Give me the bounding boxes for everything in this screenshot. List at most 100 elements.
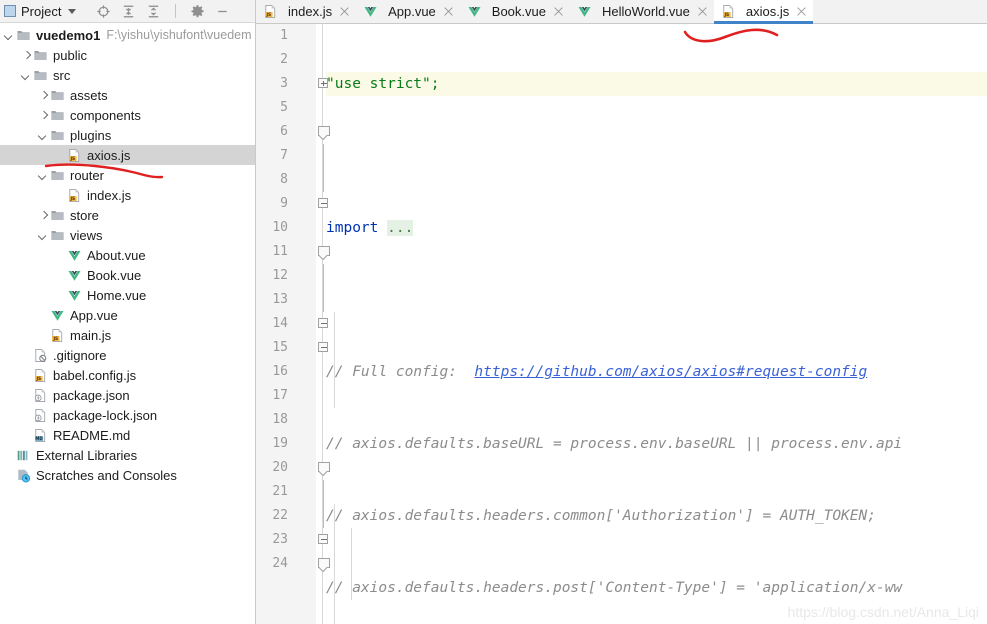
code-line-9[interactable]: // axios.defaults.headers.post['Content-…	[326, 576, 987, 600]
tree-item-plugins[interactable]: plugins	[0, 125, 255, 145]
chevron-right-icon[interactable]	[38, 90, 49, 101]
chevron-down-icon[interactable]	[4, 30, 15, 41]
line-number-1[interactable]: 1	[280, 24, 288, 48]
editor-tab-axios-js[interactable]: JS axios.js	[713, 0, 814, 24]
close-icon[interactable]	[553, 6, 564, 17]
line-number-15[interactable]: 15	[272, 336, 288, 360]
line-number-16[interactable]: 16	[272, 360, 288, 384]
locate-icon[interactable]	[96, 4, 111, 19]
chevron-down-icon[interactable]	[21, 70, 32, 81]
code-line-6[interactable]: // Full config: https://github.com/axios…	[326, 360, 987, 384]
project-tool-title[interactable]: Project	[4, 4, 82, 19]
minimize-icon[interactable]	[215, 4, 230, 19]
fold-cap-box[interactable]	[318, 342, 328, 352]
code-content[interactable]: "use strict"; import ... // Full config:…	[326, 24, 987, 624]
line-number-5[interactable]: 5	[280, 96, 288, 120]
fold-end-icon[interactable]	[318, 528, 329, 552]
line-number-6[interactable]: 6	[280, 120, 288, 144]
code-line-1[interactable]: "use strict";	[326, 72, 987, 96]
line-number-gutter[interactable]: 1 2 3 5 6 7 8 9 10 11 12 13 14 15 16 17 18 19 20 21 22 23 24	[256, 24, 316, 624]
tree-item-book-vue[interactable]: Book.vue	[0, 265, 255, 285]
line-number-12[interactable]: 12	[272, 264, 288, 288]
chevron-down-icon[interactable]	[68, 8, 77, 14]
chevron-right-icon[interactable]	[38, 210, 49, 221]
editor-tab-app-vue[interactable]: App.vue	[356, 0, 460, 23]
code-line-8[interactable]: // axios.defaults.headers.common['Author…	[326, 504, 987, 528]
tree-item-package-json[interactable]: package.json	[0, 385, 255, 405]
tree-item-babel-config-js[interactable]: JS babel.config.js	[0, 365, 255, 385]
tree-item-package-lock-json[interactable]: package-lock.json	[0, 405, 255, 425]
line-number-8[interactable]: 8	[280, 168, 288, 192]
fold-plus-box[interactable]	[318, 78, 328, 88]
code-editor[interactable]: 1 2 3 5 6 7 8 9 10 11 12 13 14 15 16 17 18 19 20 21 22 23 24 "…	[256, 24, 987, 624]
line-number-23[interactable]: 23	[272, 528, 288, 552]
close-icon[interactable]	[796, 6, 807, 17]
tree-item-about-vue[interactable]: About.vue	[0, 245, 255, 265]
fold-arrow-box[interactable]	[318, 558, 330, 571]
line-number-10[interactable]: 10	[272, 216, 288, 240]
chevron-down-icon[interactable]	[38, 130, 49, 141]
tree-item-external-libraries[interactable]: External Libraries	[0, 445, 255, 465]
line-number-19[interactable]: 19	[272, 432, 288, 456]
editor-tab-book-vue[interactable]: Book.vue	[459, 0, 570, 23]
tree-item-store[interactable]: store	[0, 205, 255, 225]
editor-tab-index-js[interactable]: JS index.js	[256, 0, 357, 23]
line-number-3[interactable]: 3	[280, 72, 288, 96]
fold-arrow-box[interactable]	[318, 126, 330, 139]
tree-item-components[interactable]: components	[0, 105, 255, 125]
editor-tab-bar[interactable]: JS index.js App.vue Book.vue HelloWorld.vue J…	[256, 0, 987, 24]
folded-import-placeholder[interactable]: ...	[387, 220, 414, 236]
tree-item-views[interactable]: views	[0, 225, 255, 245]
close-icon[interactable]	[443, 6, 454, 17]
tree-item-vuedemo1[interactable]: vuedemo1 F:\yishu\yishufont\vuedem	[0, 25, 255, 45]
line-number-14[interactable]: 14	[272, 312, 288, 336]
tree-item-src[interactable]: src	[0, 65, 255, 85]
fold-end-icon[interactable]	[318, 336, 329, 360]
editor-tab-helloworld-vue[interactable]: HelloWorld.vue	[569, 0, 714, 23]
collapse-all-icon[interactable]	[146, 4, 161, 19]
tree-item-axios-js[interactable]: JS axios.js	[0, 145, 255, 165]
tree-item-assets[interactable]: assets	[0, 85, 255, 105]
expand-all-icon[interactable]	[121, 4, 136, 19]
line-number-20[interactable]: 20	[272, 456, 288, 480]
fold-collapse-icon[interactable]	[318, 552, 330, 576]
fold-end-icon[interactable]	[318, 312, 329, 336]
code-line-3[interactable]: import ...	[326, 216, 987, 240]
line-number-11[interactable]: 11	[272, 240, 288, 264]
fold-cap-box[interactable]	[318, 198, 328, 208]
chevron-down-icon[interactable]	[38, 170, 49, 181]
tree-item-router[interactable]: router	[0, 165, 255, 185]
code-line-2[interactable]	[326, 144, 987, 168]
tree-item-public[interactable]: public	[0, 45, 255, 65]
tree-item-main-js[interactable]: JS main.js	[0, 325, 255, 345]
chevron-down-icon[interactable]	[38, 230, 49, 241]
fold-cap-box[interactable]	[318, 534, 328, 544]
fold-end-icon[interactable]	[318, 192, 329, 216]
fold-arrow-box[interactable]	[318, 246, 330, 259]
fold-arrow-box[interactable]	[318, 462, 330, 475]
project-file-tree[interactable]: vuedemo1 F:\yishu\yishufont\vuedem public s…	[0, 23, 255, 485]
fold-expand-icon[interactable]	[318, 72, 329, 96]
tree-item-app-vue[interactable]: App.vue	[0, 305, 255, 325]
chevron-right-icon[interactable]	[38, 110, 49, 121]
tree-item-scratches-and-consoles[interactable]: Scratches and Consoles	[0, 465, 255, 485]
code-line-7[interactable]: // axios.defaults.baseURL = process.env.…	[326, 432, 987, 456]
line-number-24[interactable]: 24	[272, 552, 288, 576]
line-number-2[interactable]: 2	[280, 48, 288, 72]
chevron-right-icon[interactable]	[21, 50, 32, 61]
fold-collapse-icon[interactable]	[318, 120, 330, 144]
tree-item-readme-md[interactable]: MD README.md	[0, 425, 255, 445]
line-number-21[interactable]: 21	[272, 480, 288, 504]
fold-collapse-icon[interactable]	[318, 240, 330, 264]
fold-cap-box[interactable]	[318, 318, 328, 328]
line-number-9[interactable]: 9	[280, 192, 288, 216]
line-number-17[interactable]: 17	[272, 384, 288, 408]
line-number-7[interactable]: 7	[280, 144, 288, 168]
tree-item-home-vue[interactable]: Home.vue	[0, 285, 255, 305]
tree-item-index-js[interactable]: JS index.js	[0, 185, 255, 205]
link-axios-docs[interactable]: https://github.com/axios/axios#request-c…	[474, 364, 867, 380]
line-number-22[interactable]: 22	[272, 504, 288, 528]
line-number-13[interactable]: 13	[272, 288, 288, 312]
fold-collapse-icon[interactable]	[318, 456, 330, 480]
close-icon[interactable]	[339, 6, 350, 17]
